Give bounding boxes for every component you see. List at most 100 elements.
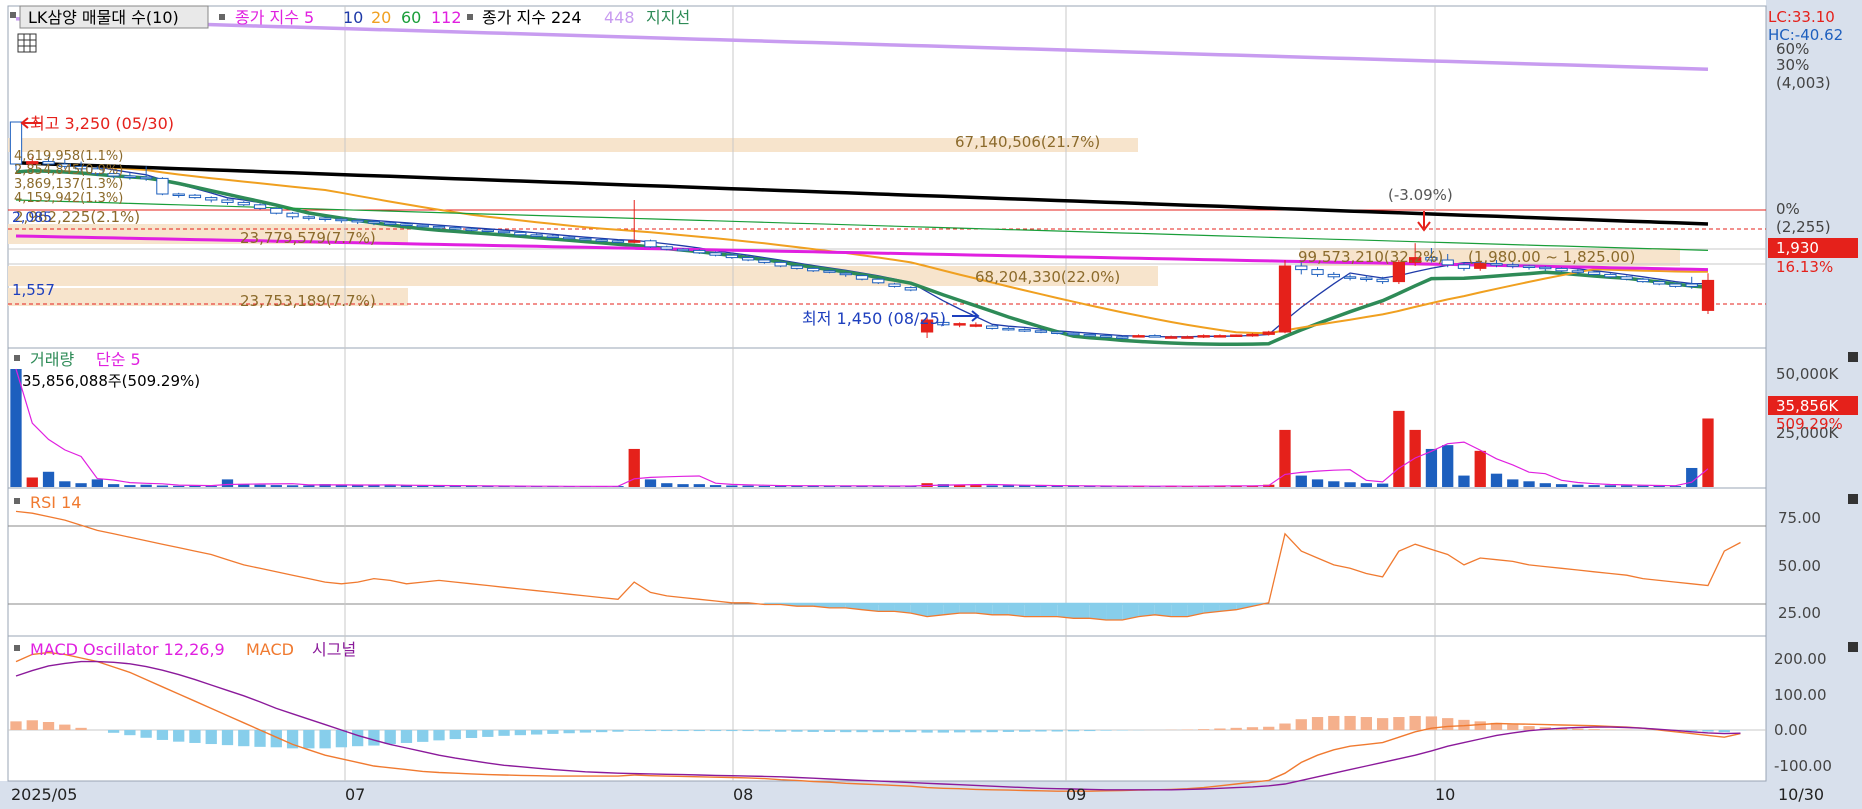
stock-chart[interactable]: 67,140,506(21.7%) 23,779,579(7.7%) 23,75… bbox=[0, 0, 1862, 809]
volume-bar-45 bbox=[742, 485, 754, 487]
x-label-sep: 09 bbox=[1066, 785, 1086, 804]
axis-rsi-75: 75.00 bbox=[1778, 509, 1821, 527]
volume-bar-5 bbox=[91, 479, 103, 487]
candle-body-68 bbox=[1116, 336, 1129, 339]
macd-osc-bar-38 bbox=[628, 730, 640, 731]
candle-body-26 bbox=[432, 225, 446, 229]
volume-bar-97 bbox=[1588, 485, 1600, 487]
volume-bar-87 bbox=[1425, 448, 1438, 487]
candle-body-82 bbox=[1343, 276, 1357, 279]
candle-body-28 bbox=[465, 228, 478, 231]
candle-body-80 bbox=[1311, 269, 1324, 275]
candle-body-74 bbox=[1213, 335, 1227, 338]
candle-body-35 bbox=[579, 237, 592, 241]
collapse-icon-2[interactable] bbox=[1848, 494, 1858, 504]
volume-bar-2 bbox=[42, 471, 55, 487]
candle-body-20 bbox=[335, 218, 348, 222]
macd-osc-bar-26 bbox=[433, 730, 445, 741]
macd-osc-bar-83 bbox=[1360, 717, 1372, 730]
candle-body-34 bbox=[563, 236, 576, 240]
candle-body-94 bbox=[1539, 266, 1552, 270]
candle-body-63 bbox=[1034, 330, 1048, 333]
macd-osc-bar-29 bbox=[482, 730, 494, 737]
profile-label-4: 68,204,330(22.0%) bbox=[975, 268, 1120, 286]
macd-osc-bar-62 bbox=[1019, 730, 1031, 732]
volume-value: 35,856,088주(509.29%) bbox=[22, 372, 200, 390]
macd-osc-bar-28 bbox=[465, 730, 478, 738]
volume-bar-17 bbox=[286, 485, 299, 487]
axis-macd-100: 100.00 bbox=[1774, 686, 1827, 704]
profile-label-5: 99,573,210(32.2%) bbox=[1298, 248, 1443, 266]
current-pct: 16.13% bbox=[1776, 258, 1833, 276]
candle-body-55 bbox=[904, 287, 917, 291]
axis-vol-50000: 50,000K bbox=[1776, 365, 1839, 383]
candle-body-44 bbox=[725, 254, 738, 259]
macd-osc-bar-65 bbox=[1067, 730, 1080, 732]
macd-osc-bar-39 bbox=[644, 730, 657, 732]
volume-bar-1 bbox=[26, 477, 38, 487]
candle-body-24 bbox=[400, 223, 413, 226]
volume-bar-89 bbox=[1458, 475, 1470, 487]
legend-ma60: 60 bbox=[401, 8, 421, 27]
axis-4003: (4,003) bbox=[1776, 74, 1831, 92]
macd-osc-bar-82 bbox=[1344, 715, 1356, 730]
volume-bar-91 bbox=[1490, 473, 1503, 487]
candle-body-71 bbox=[1164, 336, 1178, 339]
candle-body-36 bbox=[595, 239, 608, 242]
axis-0pct: 0% bbox=[1776, 200, 1800, 218]
macd-osc-bar-41 bbox=[677, 730, 689, 732]
macd-osc-bar-64 bbox=[1051, 730, 1063, 732]
axis-30pct: 30% bbox=[1776, 56, 1809, 74]
candle-body-104 bbox=[1701, 279, 1715, 311]
volume-bar-44 bbox=[726, 485, 738, 487]
macd-osc-bar-48 bbox=[791, 730, 803, 732]
legend-ma224: 종가 지수 224 bbox=[482, 8, 582, 27]
candle-body-32 bbox=[530, 234, 543, 237]
macd-osc-bar-20 bbox=[335, 730, 348, 748]
x-label-may: 2025/05 bbox=[11, 785, 77, 804]
range-text: (1,980.00 ~ 1,825.00) bbox=[1468, 248, 1635, 266]
candle-body-69 bbox=[1132, 335, 1145, 338]
x-label-aug: 08 bbox=[733, 785, 753, 804]
collapse-icon-3[interactable] bbox=[1848, 642, 1858, 652]
volume-bar-88 bbox=[1442, 445, 1454, 487]
candle-body-102 bbox=[1669, 283, 1682, 287]
volume-bar-96 bbox=[1572, 484, 1584, 487]
macd-osc-bar-13 bbox=[221, 730, 234, 746]
volume-bar-81 bbox=[1328, 481, 1340, 487]
candle-body-17 bbox=[286, 212, 299, 218]
macd-osc-bar-50 bbox=[823, 730, 836, 732]
rsi-fill-71 bbox=[1171, 602, 1188, 617]
candle-body-18 bbox=[302, 216, 315, 219]
macd-osc-bar-36 bbox=[596, 730, 608, 733]
volume-bar-13 bbox=[221, 479, 234, 487]
legend-square-icon bbox=[10, 12, 16, 18]
volume-bar-90 bbox=[1474, 450, 1486, 487]
macd-osc-bar-27 bbox=[449, 730, 461, 740]
candle-body-60 bbox=[986, 325, 999, 329]
volume-bar-42 bbox=[693, 484, 705, 487]
macd-osc-bar-75 bbox=[1230, 727, 1242, 730]
macd-osc-bar-81 bbox=[1328, 715, 1340, 730]
collapse-icon[interactable] bbox=[1848, 352, 1858, 362]
volume-bar-46 bbox=[758, 485, 771, 487]
axis-macd-0: 0.00 bbox=[1774, 721, 1807, 739]
rsi-fill-62 bbox=[1024, 602, 1041, 617]
candle-body-9 bbox=[156, 177, 169, 195]
candle-body-93 bbox=[1522, 265, 1536, 268]
macd-osc-bar-73 bbox=[1198, 729, 1210, 730]
legend-support: 지지선 bbox=[646, 8, 690, 27]
volume-legend-square-icon bbox=[14, 355, 20, 361]
volume-bar-80 bbox=[1311, 479, 1324, 487]
macd-osc-bar-11 bbox=[189, 730, 201, 743]
candle-body-52 bbox=[855, 275, 869, 280]
candle-body-47 bbox=[774, 261, 787, 267]
volume-bar-6 bbox=[107, 484, 120, 487]
macd-osc-bar-88 bbox=[1442, 718, 1454, 730]
macd-legend-square-icon bbox=[14, 645, 20, 651]
candle-body-81 bbox=[1327, 273, 1340, 278]
rsi-fill-67 bbox=[1106, 602, 1123, 620]
volume-bar-103 bbox=[1686, 467, 1698, 487]
macd-osc-bar-21 bbox=[352, 730, 364, 747]
macd-osc-bar-63 bbox=[1035, 730, 1047, 732]
